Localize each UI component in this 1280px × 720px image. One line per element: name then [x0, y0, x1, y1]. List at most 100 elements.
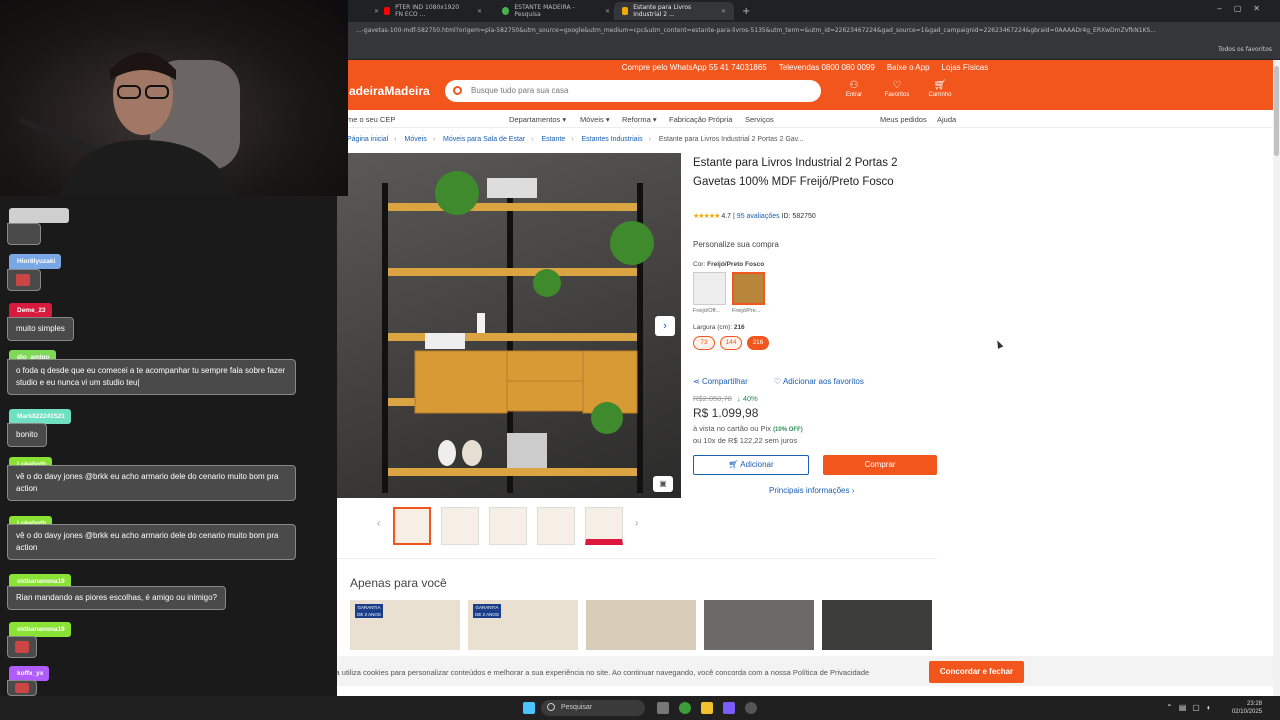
thumb-prev-icon[interactable]: ‹	[377, 518, 380, 529]
add-to-cart-button[interactable]: 🛒︎ Adicionar	[693, 455, 809, 475]
warranty-badge: GARANTIA DE 2 ANOS	[473, 604, 501, 618]
webcam-feed	[0, 0, 348, 196]
google-icon	[502, 7, 510, 15]
image-counter: 1/5	[497, 484, 507, 491]
bookshelf-illustration	[382, 171, 654, 493]
cart-button[interactable]: 🛒︎ Carrinho	[920, 80, 960, 98]
youtube-icon	[384, 7, 391, 15]
windows-start-icon[interactable]	[523, 702, 535, 714]
favorites-button[interactable]: ♡ Favoritos	[877, 80, 917, 98]
taskbar-search[interactable]: Pesquisar	[541, 700, 645, 716]
all-bookmarks[interactable]: Todos os favoritos	[1218, 46, 1272, 53]
image-gallery-icon[interactable]: ▣	[653, 476, 673, 492]
thumb-next-icon[interactable]: ›	[635, 518, 638, 529]
chat-username: Deme_23	[9, 303, 52, 318]
rating-value: 4.7	[721, 213, 732, 220]
main-info-link[interactable]: Principais informações ›	[769, 486, 854, 495]
thumbnail-3[interactable]	[489, 507, 527, 545]
my-orders-link[interactable]: Meus pedidos	[880, 115, 927, 124]
heart-icon: ♡	[892, 80, 902, 91]
help-link[interactable]: Ajuda	[937, 115, 956, 124]
tab-product[interactable]: Estante para Livros Industrial 2 ... ✕	[614, 2, 734, 20]
thumbnail-5[interactable]	[585, 507, 623, 545]
color-label: Cor: Freijó/Preto Fosco	[693, 261, 765, 268]
reviews-link[interactable]: 95 avaliações	[737, 213, 780, 220]
price: R$ 1.099,98	[693, 406, 759, 420]
madeira-icon	[622, 7, 629, 15]
emote-icon	[16, 274, 30, 286]
nav-moveis[interactable]: Móveis ▾	[580, 115, 610, 124]
thumbnail-1[interactable]	[393, 507, 431, 545]
thumbnail-4[interactable]	[537, 507, 575, 545]
task-view-icon[interactable]	[657, 702, 669, 714]
chat-message: Rian mandando as piores escolhas, é amig…	[7, 586, 227, 610]
breadcrumb: Página inicial › Móveis › Móveis para Sala…	[347, 136, 804, 143]
nav-servicos[interactable]: Serviços	[745, 115, 774, 124]
chat-username: Mark822241521	[9, 409, 71, 424]
product-card[interactable]	[586, 600, 696, 650]
app-link[interactable]: Baixe o App	[887, 63, 930, 72]
stores-link[interactable]: Lojas Físicas	[942, 63, 989, 72]
search-input[interactable]: Busque tudo para sua casa	[445, 80, 821, 102]
personalize-heading: Personalize sua compra	[693, 240, 779, 249]
pix-info: à vista no cartão ou Pix (10% OFF)	[693, 424, 803, 433]
address-bar[interactable]: ...-gavetas-100-mdf-582750.html?origem=p…	[348, 22, 1280, 40]
new-tab-button[interactable]: +	[734, 2, 750, 20]
product-id: ID: 582750	[781, 213, 816, 220]
tab-youtube[interactable]: PTER IND 1080x1920 FN ECO ... ✕	[376, 2, 490, 20]
size-option-216[interactable]: 216	[747, 336, 769, 350]
cookie-accept-button[interactable]: Concordar e fechar	[929, 661, 1024, 683]
product-card[interactable]	[704, 600, 814, 650]
discount-badge: ↓ 40%	[737, 394, 758, 403]
login-button[interactable]: ⚇ Entrar	[834, 80, 874, 98]
cart-icon: 🛒︎	[933, 80, 947, 91]
cart-icon: 🛒︎	[728, 460, 741, 469]
file-explorer-icon[interactable]	[701, 702, 713, 714]
add-favorite-button[interactable]: ♡ Adicionar aos favoritos	[774, 377, 864, 386]
site-logo[interactable]: adeiraMadeira	[349, 84, 430, 98]
nav-reforma[interactable]: Reforma ▾	[622, 115, 657, 124]
discord-icon[interactable]	[723, 702, 735, 714]
product-card[interactable]	[822, 600, 932, 650]
share-button[interactable]: ⋖ Compartilhar	[693, 377, 748, 386]
obs-icon[interactable]	[745, 702, 757, 714]
crumb-sala[interactable]: Móveis para Sala de Estar	[443, 136, 525, 143]
product-card[interactable]: GARANTIA DE 2 ANOS	[350, 600, 460, 650]
scrollbar-thumb[interactable]	[1274, 66, 1279, 156]
size-option-73[interactable]: 73	[693, 336, 715, 350]
crumb-industriais[interactable]: Estantes Industriais	[581, 136, 642, 143]
window-controls[interactable]: –▢✕	[1217, 4, 1272, 13]
televendas-link[interactable]: Televendas 0800 080 0099	[779, 63, 875, 72]
chat-message: bonito	[7, 423, 47, 447]
clock[interactable]: 23:28 02/10/2025	[1226, 700, 1262, 716]
swatch-label: Freijó/Pre...	[732, 308, 761, 314]
bookmarks-bar: Todos os favoritos	[348, 40, 1280, 60]
category-nav: me o seu CEP Departamentos ▾ Móveis ▾ Re…	[337, 110, 1273, 128]
crumb-moveis[interactable]: Móveis	[405, 136, 427, 143]
chrome-icon[interactable]	[679, 702, 691, 714]
buy-button[interactable]: Comprar	[823, 455, 937, 475]
size-option-144[interactable]: 144	[720, 336, 742, 350]
installments: ou 10x de R$ 122,22 sem juros	[693, 436, 798, 445]
color-swatch-2[interactable]	[732, 272, 765, 305]
nav-fabricacao[interactable]: Fabricação Própria	[669, 115, 732, 124]
promo-bar: Compre pelo WhatsApp 55 41 74031865 Tele…	[337, 60, 1273, 74]
crumb-home[interactable]: Página inicial	[347, 136, 388, 143]
image-next-button[interactable]: ›	[655, 316, 675, 336]
tab-label: PTER IND 1080x1920 FN ECO ...	[395, 4, 460, 18]
thumbnail-2[interactable]	[441, 507, 479, 545]
cep-link[interactable]: me o seu CEP	[347, 115, 395, 124]
chat-message	[7, 680, 37, 696]
whatsapp-link[interactable]: Compre pelo WhatsApp 55 41 74031865	[622, 63, 767, 72]
crumb-current: Estante para Livros Industrial 2 Portas …	[658, 136, 804, 143]
search-icon	[547, 703, 555, 711]
color-swatch-1[interactable]	[693, 272, 726, 305]
crumb-estante[interactable]: Estante	[541, 136, 565, 143]
tab-google-search[interactable]: ESTANTE MADEIRA - Pesquisa ✕	[494, 2, 618, 20]
streamer-silhouette	[18, 52, 240, 196]
product-card[interactable]: GARANTIA DE 2 ANOS	[468, 600, 578, 650]
nav-departamentos[interactable]: Departamentos ▾	[509, 115, 566, 124]
product-main-image[interactable]	[337, 153, 681, 498]
system-tray-icons[interactable]: ⌃▤▢◖	[1166, 703, 1217, 712]
search-icon	[453, 86, 462, 95]
